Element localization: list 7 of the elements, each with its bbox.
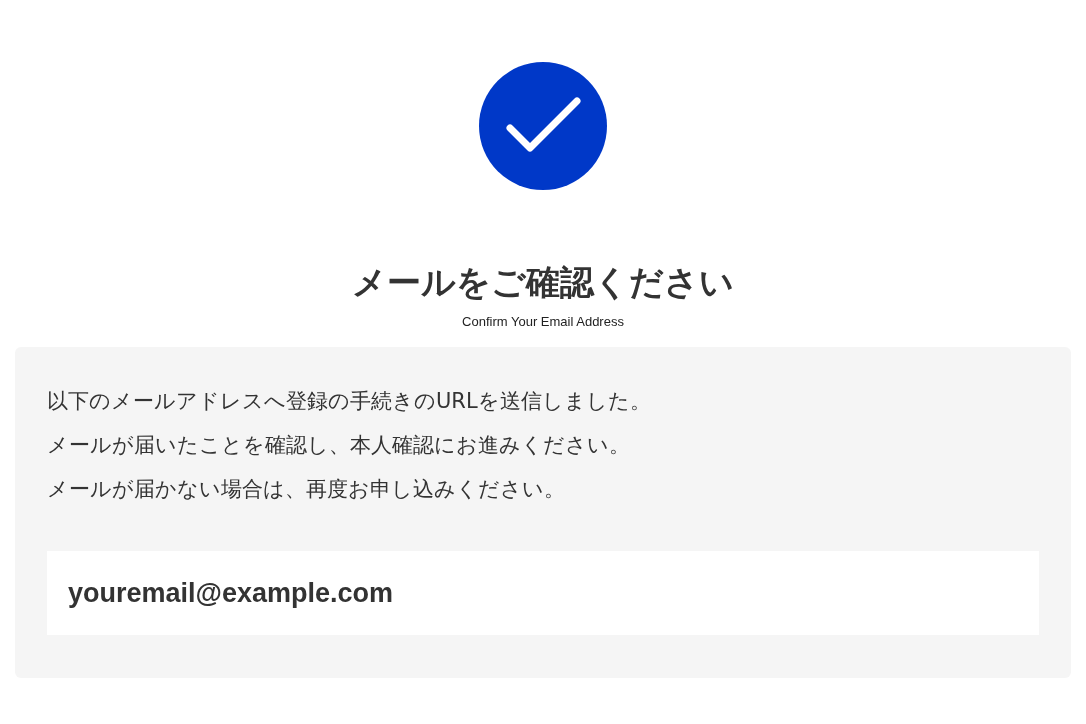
checkmark-icon [479,62,607,190]
page-title: メールをご確認ください [352,261,734,304]
message-text: 以下のメールアドレスへ登録の手続きのURLを送信しました。 [47,388,652,415]
message-text: メールが届いたことを確認し、本人確認にお進みください。 [47,432,631,459]
email-display: youremail@example.com [47,551,1039,635]
message-text: メールが届かない場合は、再度お申し込みください。 [47,476,566,503]
page-subtitle: Confirm Your Email Address [462,314,624,329]
